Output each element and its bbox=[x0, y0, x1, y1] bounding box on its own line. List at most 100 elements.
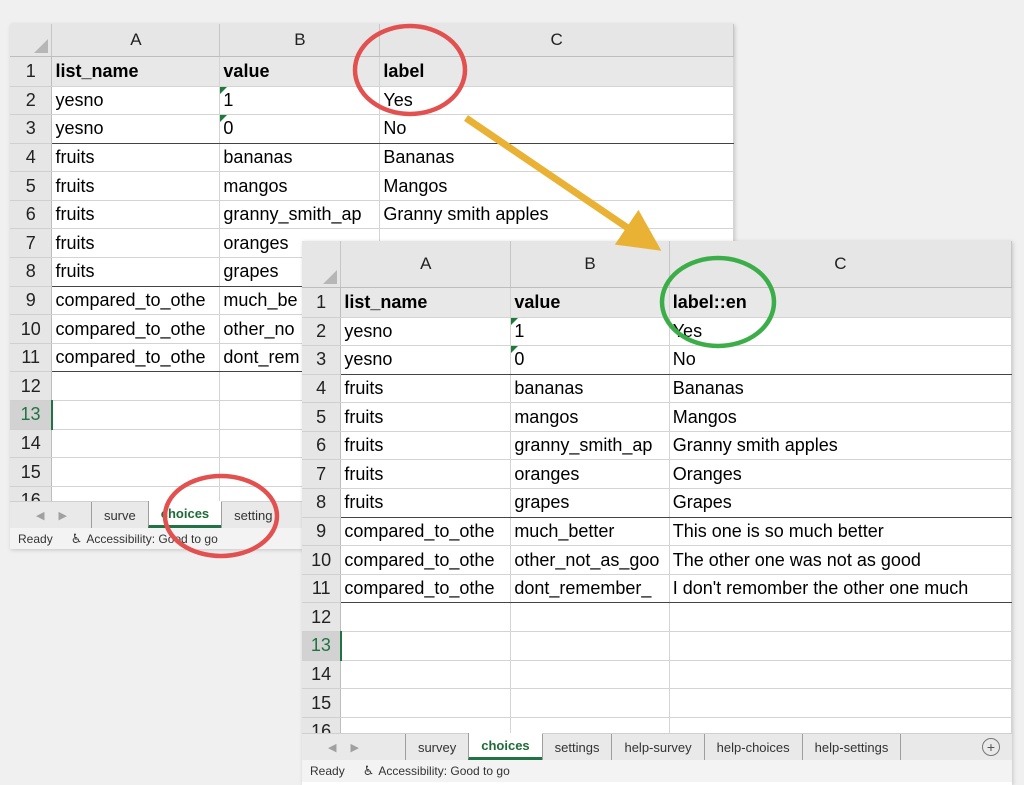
row-header[interactable]: 12 bbox=[302, 602, 342, 633]
row-header[interactable]: 9 bbox=[10, 286, 53, 316]
caret-left-icon[interactable]: ◀ bbox=[36, 509, 44, 522]
cell[interactable]: label bbox=[379, 56, 734, 87]
cell[interactable]: mangos bbox=[510, 402, 670, 432]
cell[interactable]: Yes bbox=[379, 86, 734, 116]
column-header-a[interactable]: A bbox=[340, 241, 512, 288]
cell[interactable]: fruits bbox=[340, 459, 512, 490]
row-header[interactable]: 14 bbox=[10, 429, 53, 459]
row-header[interactable]: 4 bbox=[10, 143, 53, 173]
row-header[interactable]: 11 bbox=[10, 343, 53, 373]
cell[interactable]: compared_to_othe bbox=[51, 343, 221, 373]
row-header[interactable]: 2 bbox=[10, 86, 53, 116]
cell[interactable]: I don't remomber the other one much bbox=[669, 574, 1012, 604]
row-header[interactable]: 3 bbox=[302, 345, 342, 375]
tab-survey[interactable]: surve bbox=[90, 502, 148, 528]
cell[interactable] bbox=[669, 717, 1012, 733]
tab-help-settings[interactable]: help-settings bbox=[801, 734, 902, 760]
plus-circle-icon[interactable]: + bbox=[982, 738, 1000, 756]
cell[interactable] bbox=[340, 631, 512, 661]
cell[interactable] bbox=[669, 688, 1012, 718]
cell[interactable]: label::en bbox=[669, 287, 1012, 318]
column-header-b[interactable]: B bbox=[219, 24, 381, 57]
status-accessibility[interactable]: Accessibility: Good to go bbox=[378, 764, 509, 778]
row-header[interactable]: 10 bbox=[302, 545, 342, 575]
cell[interactable] bbox=[510, 717, 670, 733]
cell[interactable]: granny_smith_ap bbox=[510, 431, 670, 461]
row-header[interactable]: 13 bbox=[10, 400, 53, 430]
cell[interactable]: value bbox=[510, 287, 670, 318]
cell[interactable] bbox=[669, 660, 1012, 690]
row-header[interactable]: 7 bbox=[10, 228, 53, 259]
row-header[interactable]: 5 bbox=[302, 402, 342, 432]
tab-settings[interactable]: settings bbox=[541, 734, 612, 760]
column-header-c[interactable]: C bbox=[379, 24, 734, 57]
cell[interactable]: Yes bbox=[669, 317, 1012, 347]
cell[interactable]: The other one was not as good bbox=[669, 545, 1012, 575]
cell[interactable]: oranges bbox=[510, 459, 670, 490]
cell[interactable]: Grapes bbox=[669, 488, 1012, 518]
row-header[interactable]: 6 bbox=[302, 431, 342, 461]
cell[interactable] bbox=[51, 371, 221, 402]
cell[interactable]: fruits bbox=[340, 431, 512, 461]
status-accessibility[interactable]: Accessibility: Good to go bbox=[86, 532, 217, 546]
cell[interactable] bbox=[51, 400, 221, 430]
cell[interactable]: fruits bbox=[340, 488, 512, 518]
select-all-corner[interactable] bbox=[302, 241, 342, 288]
cell[interactable]: 0 bbox=[219, 114, 381, 144]
cell[interactable]: 1 bbox=[510, 317, 670, 347]
row-header[interactable]: 10 bbox=[10, 314, 53, 344]
row-header[interactable]: 1 bbox=[10, 56, 53, 87]
cell[interactable]: fruits bbox=[51, 200, 221, 230]
row-header[interactable]: 6 bbox=[10, 200, 53, 230]
row-header[interactable]: 15 bbox=[302, 688, 342, 718]
cell[interactable]: compared_to_othe bbox=[340, 574, 512, 604]
cell[interactable] bbox=[340, 660, 512, 690]
row-header[interactable]: 16 bbox=[10, 486, 53, 501]
cell[interactable]: This one is so much better bbox=[669, 517, 1012, 547]
cell[interactable]: bananas bbox=[219, 143, 381, 173]
column-header-c[interactable]: C bbox=[669, 241, 1012, 288]
row-header[interactable]: 7 bbox=[302, 459, 342, 490]
row-header[interactable]: 12 bbox=[10, 371, 53, 402]
cell[interactable] bbox=[51, 457, 221, 487]
cell[interactable] bbox=[669, 602, 1012, 633]
cell[interactable]: Mangos bbox=[379, 171, 734, 201]
cell[interactable]: grapes bbox=[510, 488, 670, 518]
cell[interactable] bbox=[510, 631, 670, 661]
tab-settings[interactable]: setting bbox=[221, 502, 284, 528]
cell[interactable]: fruits bbox=[340, 374, 512, 404]
cell[interactable]: fruits bbox=[340, 402, 512, 432]
cell[interactable]: fruits bbox=[51, 228, 221, 259]
cell[interactable]: 1 bbox=[219, 86, 381, 116]
caret-right-icon[interactable]: ▶ bbox=[350, 741, 358, 754]
row-header[interactable]: 4 bbox=[302, 374, 342, 404]
row-header[interactable]: 8 bbox=[10, 257, 53, 287]
cell[interactable]: yesno bbox=[340, 345, 512, 375]
tab-choices[interactable]: choices bbox=[468, 733, 542, 760]
cell[interactable]: much_better bbox=[510, 517, 670, 547]
row-header[interactable]: 3 bbox=[10, 114, 53, 144]
cell[interactable]: Bananas bbox=[379, 143, 734, 173]
row-header[interactable]: 11 bbox=[302, 574, 342, 604]
row-header[interactable]: 14 bbox=[302, 660, 342, 690]
row-header[interactable]: 13 bbox=[302, 631, 342, 661]
cell[interactable]: other_not_as_goo bbox=[510, 545, 670, 575]
cell[interactable] bbox=[669, 631, 1012, 661]
caret-right-icon[interactable]: ▶ bbox=[58, 509, 66, 522]
cell[interactable]: No bbox=[379, 114, 734, 144]
column-header-b[interactable]: B bbox=[510, 241, 670, 288]
cell[interactable]: No bbox=[669, 345, 1012, 375]
row-header[interactable]: 8 bbox=[302, 488, 342, 518]
cell[interactable]: dont_remember_ bbox=[510, 574, 670, 604]
cell[interactable]: Bananas bbox=[669, 374, 1012, 404]
cell[interactable]: compared_to_othe bbox=[51, 286, 221, 316]
cell[interactable]: Granny smith apples bbox=[379, 200, 734, 230]
cell[interactable]: list_name bbox=[340, 287, 512, 318]
row-header[interactable]: 9 bbox=[302, 517, 342, 547]
cell[interactable]: yesno bbox=[340, 317, 512, 347]
cell[interactable]: granny_smith_ap bbox=[219, 200, 381, 230]
cell[interactable] bbox=[340, 602, 512, 633]
row-header[interactable]: 15 bbox=[10, 457, 53, 487]
tab-help-choices[interactable]: help-choices bbox=[703, 734, 802, 760]
cell[interactable]: bananas bbox=[510, 374, 670, 404]
